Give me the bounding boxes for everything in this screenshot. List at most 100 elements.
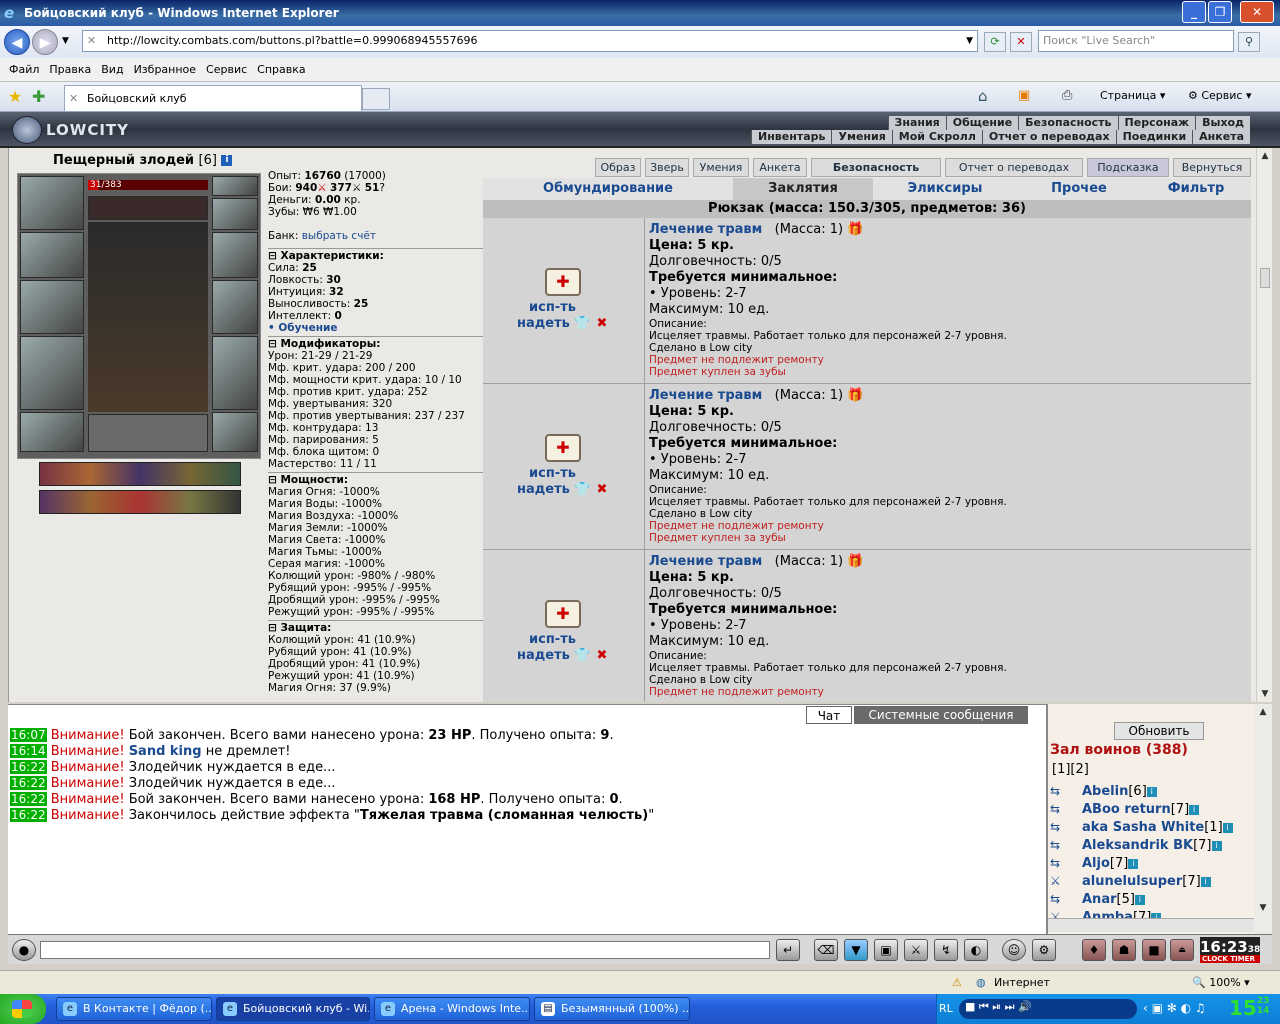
item-name[interactable]: Лечение травм xyxy=(649,222,762,237)
start-button[interactable] xyxy=(0,994,46,1024)
forward-button[interactable]: ▶ xyxy=(32,29,58,55)
send-icon[interactable]: ↵ xyxy=(776,939,800,961)
zoom-control[interactable]: 🔍 100% ▾ xyxy=(1192,976,1250,989)
print-icon[interactable]: ⎙ xyxy=(1062,88,1072,103)
filter-icon[interactable]: ▼ xyxy=(844,939,868,961)
private-message-icon[interactable]: ⇆ xyxy=(1050,800,1072,816)
tab-equipment[interactable]: Обмундирование xyxy=(483,178,733,200)
button-return[interactable]: Вернуться xyxy=(1173,158,1251,177)
belt-items-row-2[interactable] xyxy=(39,490,241,514)
menu-edit[interactable]: Правка xyxy=(44,58,96,82)
top-menu-inventory[interactable]: Инвентарь xyxy=(751,130,831,144)
legs-slot[interactable] xyxy=(212,336,258,410)
mods-section-title[interactable]: ⊟ Модификаторы: xyxy=(268,336,483,350)
side-scrollbar[interactable]: ▲ ▼ xyxy=(1254,704,1272,934)
menu-tools[interactable]: Сервис xyxy=(201,58,252,82)
private-message-icon[interactable]: ⇆ xyxy=(1050,854,1072,870)
settings-icon[interactable]: ⚙ xyxy=(1032,939,1056,961)
player-row[interactable]: ⇆ Anar[5] i xyxy=(1050,890,1145,908)
address-dropdown-icon[interactable]: ▼ xyxy=(966,31,973,51)
exit-icon[interactable]: ⏏ xyxy=(1170,939,1194,961)
task-vkontakte[interactable]: e В Контакте | Фёдор (... xyxy=(56,997,212,1021)
fight-icon[interactable]: ⚔ xyxy=(904,939,928,961)
helmet-slot[interactable] xyxy=(20,176,84,230)
wear-link[interactable]: надеть xyxy=(517,316,570,331)
tab-chat[interactable]: Чат xyxy=(806,706,852,724)
scroll-up-icon[interactable]: ▲ xyxy=(1257,148,1273,164)
refresh-button[interactable]: Обновить xyxy=(1114,722,1204,740)
wear-link[interactable]: надеть xyxy=(517,482,570,497)
top-menu-skills[interactable]: Умения xyxy=(831,130,891,144)
private-message-icon[interactable]: ⇆ xyxy=(1050,818,1072,834)
player-info-icon[interactable]: i xyxy=(1146,786,1157,797)
tab-filter[interactable]: Фильтр xyxy=(1141,178,1251,200)
pagination[interactable]: [1][2] xyxy=(1052,762,1089,777)
menu-favorites[interactable]: Избранное xyxy=(129,58,201,82)
player-row[interactable]: ⇆ ABoo return[7] i xyxy=(1050,800,1200,818)
rings-slot[interactable] xyxy=(212,198,258,230)
duel-icon[interactable]: ↯ xyxy=(934,939,958,961)
language-indicator[interactable]: RL xyxy=(939,1002,953,1015)
home-icon[interactable]: ⌂ xyxy=(978,87,988,105)
delete-icon[interactable]: ✖ xyxy=(597,316,608,331)
belt-items-row-1[interactable] xyxy=(39,462,241,486)
player-info-icon[interactable]: i xyxy=(1189,804,1200,815)
chat-username[interactable]: Sand king xyxy=(129,744,202,759)
tab-system-messages[interactable]: Системные сообщения xyxy=(854,706,1028,724)
item-name[interactable]: Лечение травм xyxy=(649,388,762,403)
task-arena[interactable]: e Арена - Windows Inte... xyxy=(374,997,530,1021)
tab-other[interactable]: Прочее xyxy=(1017,178,1141,200)
close-button[interactable]: ✕ xyxy=(1240,1,1274,23)
tools-menu[interactable]: ⚙ Сервис ▾ xyxy=(1188,89,1252,102)
chat-user-icon[interactable]: ● xyxy=(12,939,36,961)
player-info-icon[interactable]: i xyxy=(1211,840,1222,851)
button-skills[interactable]: Умения xyxy=(693,158,749,177)
side-scroll-up-icon[interactable]: ▲ xyxy=(1255,704,1271,720)
side-hscrollbar[interactable] xyxy=(1048,918,1254,932)
amulet-slots[interactable] xyxy=(88,196,208,220)
private-message-icon[interactable]: ⇆ xyxy=(1050,782,1072,798)
use-link[interactable]: исп-ть xyxy=(529,632,576,647)
maximize-button[interactable]: ❐ xyxy=(1208,1,1232,23)
player-row[interactable]: ⇆ Aljo[7] i xyxy=(1050,854,1139,872)
back-button[interactable]: ◀ xyxy=(4,29,30,55)
refresh-icon[interactable]: ⟳ xyxy=(984,32,1006,52)
boots-slot[interactable] xyxy=(212,412,258,452)
tab-elixirs[interactable]: Эликсиры xyxy=(873,178,1017,200)
player-info-icon[interactable]: i xyxy=(1222,822,1233,833)
player-info-icon[interactable]: i xyxy=(1200,876,1211,887)
side-scroll-down-icon[interactable]: ▼ xyxy=(1255,900,1271,916)
button-image[interactable]: Образ xyxy=(595,158,641,177)
rss-icon[interactable]: ▣ xyxy=(1018,88,1030,103)
player-row[interactable]: ⚔ alunelulsuper[7] i xyxy=(1050,872,1211,890)
earrings-slot[interactable] xyxy=(212,176,258,196)
player-info-icon[interactable]: i xyxy=(1128,858,1139,869)
task-paint[interactable]: ▤ Безымянный (100%) ... xyxy=(534,997,690,1021)
address-input[interactable]: ✕ http://lowcity.combats.com/buttons.pl?… xyxy=(82,30,978,52)
item-name[interactable]: Лечение травм xyxy=(649,554,762,569)
use-link[interactable]: исп-ть xyxy=(529,300,576,315)
tab-spells[interactable]: Заклятия xyxy=(733,178,873,200)
shield-slot[interactable] xyxy=(212,280,258,334)
bank-link[interactable]: выбрать счёт xyxy=(302,230,376,242)
top-menu-character[interactable]: Персонаж xyxy=(1117,116,1196,130)
minimize-button[interactable]: _ xyxy=(1182,1,1206,23)
main-scrollbar[interactable]: ▲ ▼ xyxy=(1256,148,1272,702)
private-message-icon[interactable]: ⚔ xyxy=(1050,872,1072,888)
button-security[interactable]: Безопасность xyxy=(811,158,941,177)
search-icon[interactable]: ⚲ xyxy=(1238,32,1260,52)
player-name[interactable]: ABoo return xyxy=(1082,802,1171,817)
game-logo[interactable]: LOWCITY xyxy=(12,116,132,144)
smiley-icon[interactable]: ☺ xyxy=(1002,939,1026,961)
use-link[interactable]: исп-ть xyxy=(529,466,576,481)
task-combats[interactable]: e Бойцовский клуб - Wi... xyxy=(216,997,370,1021)
player-name[interactable]: Aleksandrik BK xyxy=(1082,838,1193,853)
stop-icon[interactable]: ✕ xyxy=(1010,32,1032,52)
chars-section-title[interactable]: ⊟ Характеристики: xyxy=(268,248,483,262)
player-name[interactable]: Anar xyxy=(1082,892,1117,907)
belt-slot[interactable] xyxy=(20,412,84,452)
button-pet[interactable]: Зверь xyxy=(645,158,689,177)
page-menu[interactable]: Страница ▾ xyxy=(1100,89,1165,102)
power-section-title[interactable]: ⊟ Мощности: xyxy=(268,472,483,486)
menu-file[interactable]: Файл xyxy=(4,58,44,82)
